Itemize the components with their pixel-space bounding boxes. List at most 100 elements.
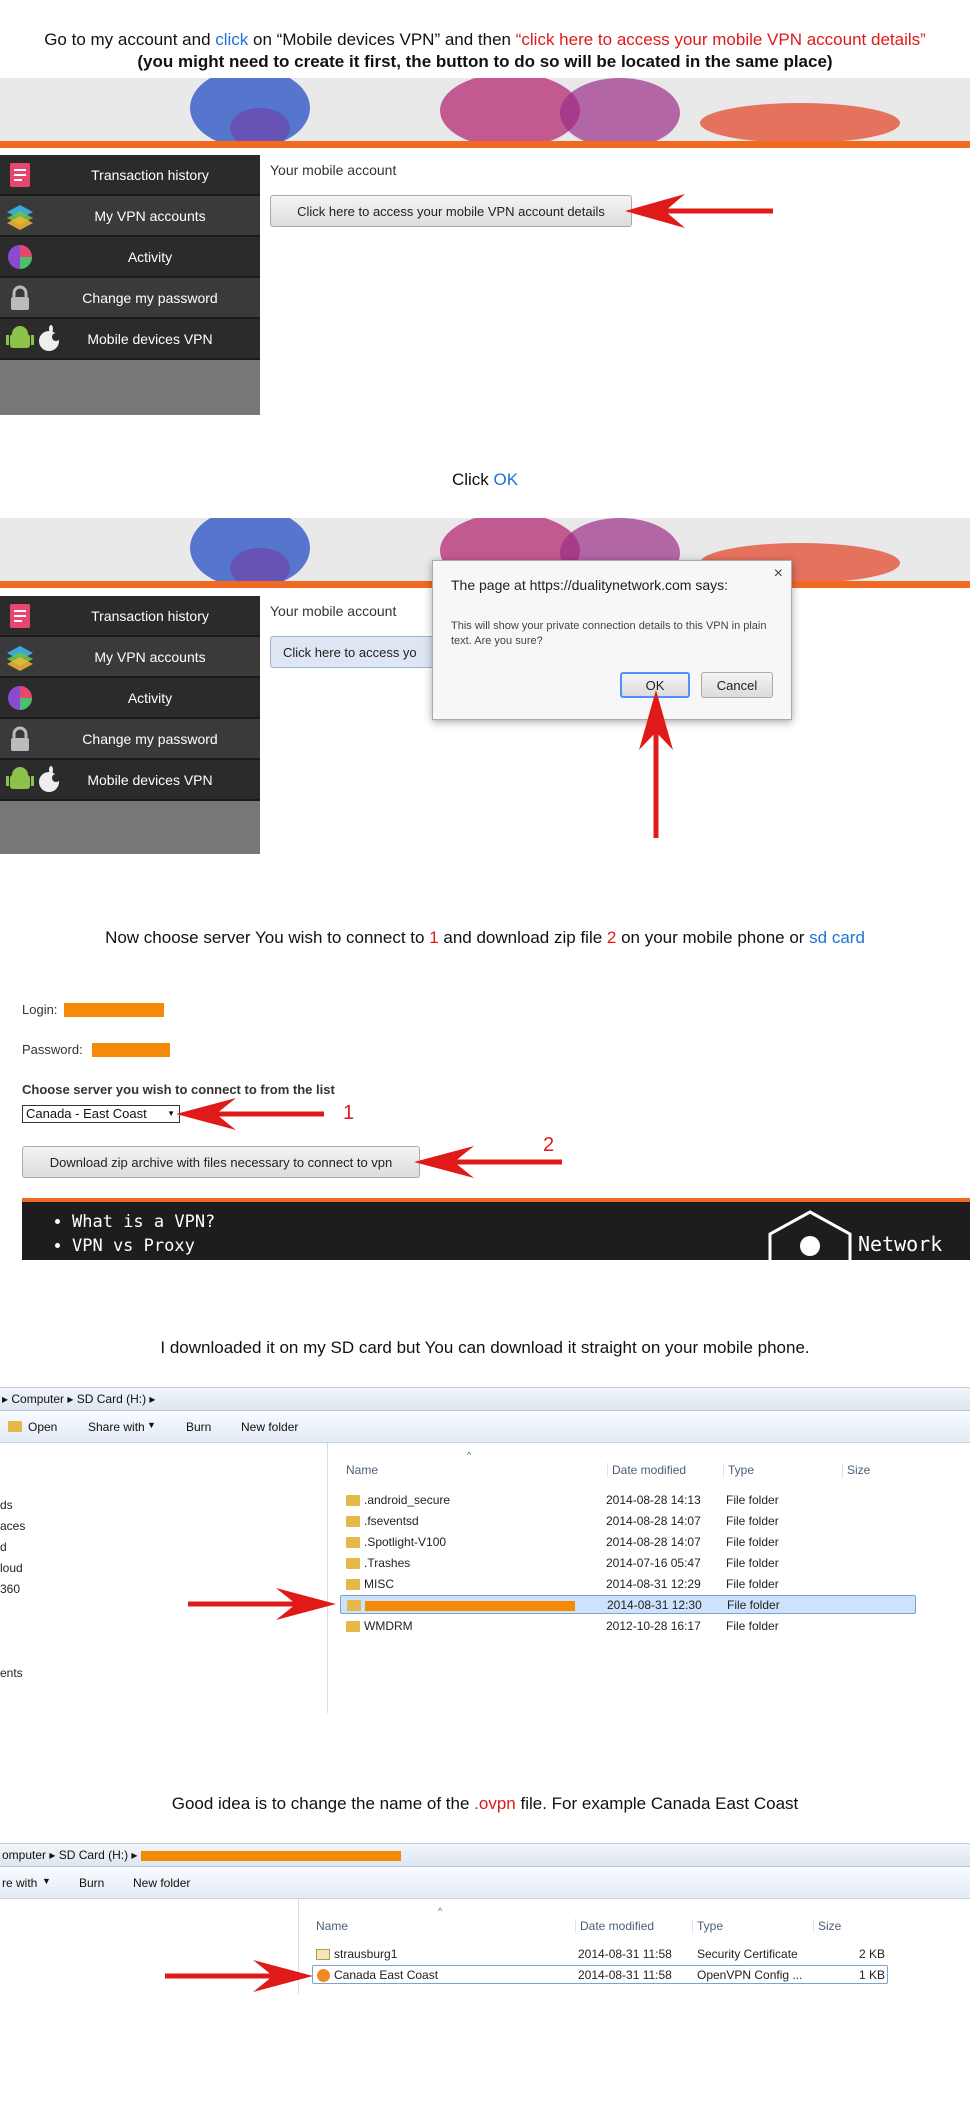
column-header-name[interactable]: Name bbox=[346, 1463, 378, 1477]
chevron-right-icon: ▸ bbox=[128, 1848, 141, 1862]
breadcrumb-computer[interactable]: Computer bbox=[11, 1392, 64, 1406]
breadcrumb-computer[interactable]: omputer bbox=[2, 1848, 46, 1862]
nav-item[interactable]: d bbox=[0, 1538, 7, 1557]
folder-icon bbox=[346, 1558, 360, 1570]
server-select[interactable]: Canada - East Coast ▼ bbox=[22, 1105, 180, 1123]
column-header-name[interactable]: Name bbox=[316, 1919, 348, 1933]
column-header-type[interactable]: Type bbox=[692, 1919, 723, 1933]
dialog-title: The page at https://dualitynetwork.com s… bbox=[451, 577, 729, 593]
nav-item[interactable]: 360 bbox=[0, 1580, 20, 1599]
sort-up-icon: ^ bbox=[467, 1450, 472, 1460]
nav-item[interactable]: aces bbox=[0, 1517, 25, 1536]
explorer-toolbar: re with ▼ Burn New folder bbox=[0, 1868, 970, 1899]
file-date: 2014-08-31 12:30 bbox=[607, 1598, 702, 1612]
file-type: OpenVPN Config ... bbox=[697, 1968, 803, 1982]
toolbar-burn[interactable]: Burn bbox=[186, 1420, 211, 1434]
sidebar-item-mobile-devices-vpn[interactable]: Mobile devices VPN bbox=[0, 760, 260, 801]
table-row-selected[interactable]: 2014-08-31 12:30 File folder bbox=[340, 1595, 916, 1614]
table-row[interactable]: .android_secure 2014-08-28 14:13 File fo… bbox=[346, 1491, 916, 1510]
sidebar-item-transaction-history[interactable]: Transaction history bbox=[0, 155, 260, 196]
sidebar-item-my-vpn-accounts[interactable]: My VPN accounts bbox=[0, 637, 260, 678]
column-header-date[interactable]: Date modified bbox=[607, 1463, 686, 1477]
table-row[interactable]: .Spotlight-V100 2014-08-28 14:07 File fo… bbox=[346, 1533, 916, 1552]
table-row[interactable]: strausburg1 2014-08-31 11:58 Security Ce… bbox=[316, 1945, 886, 1964]
file-size: 1 KB bbox=[859, 1968, 886, 1982]
address-bar[interactable]: omputer ▸ SD Card (H:) ▸ bbox=[0, 1844, 970, 1867]
caption-step5: Good idea is to change the name of the .… bbox=[0, 1794, 970, 1814]
table-row[interactable]: MISC 2014-08-31 12:29 File folder bbox=[346, 1575, 916, 1594]
sidebar-item-label: My VPN accounts bbox=[94, 648, 206, 665]
toolbar-burn[interactable]: Burn bbox=[79, 1876, 104, 1890]
toolbar-new-folder[interactable]: New folder bbox=[241, 1420, 298, 1434]
caption-text: Click bbox=[451, 470, 494, 489]
file-name: .Spotlight-V100 bbox=[364, 1535, 447, 1549]
caption-text: Go to my account and bbox=[44, 30, 216, 49]
toolbar-open[interactable]: Open bbox=[28, 1420, 57, 1434]
step-marker-1: 1 bbox=[343, 1102, 355, 1124]
sidebar-item-change-password[interactable]: Change my password bbox=[0, 719, 260, 760]
access-mobile-vpn-details-button[interactable]: Click here to access your mobile VPN acc… bbox=[270, 195, 632, 227]
pointer-arrow bbox=[165, 1960, 313, 1992]
nav-item[interactable]: ds bbox=[0, 1496, 13, 1515]
table-row[interactable]: .fseventsd 2014-08-28 14:07 File folder bbox=[346, 1512, 916, 1531]
open-icon bbox=[8, 1421, 22, 1432]
folder-icon bbox=[346, 1579, 360, 1591]
sidebar-item-label: Mobile devices VPN bbox=[87, 330, 213, 347]
redacted-password bbox=[92, 1043, 170, 1057]
caption-text: on your mobile phone or bbox=[616, 928, 810, 947]
folder-icon bbox=[346, 1495, 360, 1507]
download-zip-button[interactable]: Download zip archive with files necessar… bbox=[22, 1146, 420, 1178]
close-icon[interactable]: × bbox=[774, 565, 783, 583]
caption-text: on “Mobile devices VPN” and then bbox=[248, 30, 516, 49]
table-row[interactable]: .Trashes 2014-07-16 05:47 File folder bbox=[346, 1554, 916, 1573]
caption-step2: Click OK bbox=[0, 470, 970, 490]
sidebar-item-mobile-devices-vpn[interactable]: Mobile devices VPN bbox=[0, 319, 260, 360]
toolbar-share-with[interactable]: re with bbox=[2, 1876, 37, 1890]
file-date: 2014-08-31 12:29 bbox=[606, 1577, 701, 1591]
cancel-button[interactable]: Cancel bbox=[701, 672, 773, 698]
toolbar-share-with[interactable]: Share with bbox=[88, 1420, 145, 1434]
column-header-size[interactable]: Size bbox=[813, 1919, 841, 1933]
pointer-arrow bbox=[176, 1098, 324, 1130]
site-banner bbox=[0, 78, 970, 148]
toolbar-new-folder[interactable]: New folder bbox=[133, 1876, 190, 1890]
chevron-down-icon: ▼ bbox=[42, 1876, 51, 1886]
lock-icon bbox=[6, 725, 34, 753]
caption-click-word: click bbox=[215, 30, 249, 49]
column-header-size[interactable]: Size bbox=[842, 1463, 870, 1477]
file-name: MISC bbox=[364, 1577, 394, 1591]
file-date: 2014-08-28 14:07 bbox=[606, 1535, 701, 1549]
network-logo-icon bbox=[768, 1210, 852, 1260]
certificate-icon bbox=[316, 1949, 330, 1961]
navigation-pane: ds aces d loud 360 ents bbox=[0, 1443, 328, 1713]
address-bar[interactable]: ▸ Computer ▸ SD Card (H:) ▸ bbox=[0, 1388, 970, 1411]
caption-step1-line1: Go to my account and click on “Mobile de… bbox=[0, 30, 970, 50]
column-header-type[interactable]: Type bbox=[723, 1463, 754, 1477]
table-row[interactable]: WMDRM 2012-10-28 16:17 File folder bbox=[346, 1617, 916, 1636]
server-select-value: Canada - East Coast bbox=[26, 1106, 147, 1121]
breadcrumb: omputer ▸ SD Card (H:) ▸ bbox=[2, 1848, 401, 1862]
breadcrumb-sd-card[interactable]: SD Card (H:) bbox=[59, 1848, 128, 1862]
choose-server-label: Choose server you wish to connect to fro… bbox=[22, 1082, 335, 1097]
sidebar-item-activity[interactable]: Activity bbox=[0, 237, 260, 278]
nav-item[interactable]: ents bbox=[0, 1664, 23, 1683]
caption-text: Good idea is to change the name of the bbox=[171, 1794, 475, 1813]
pointer-arrow bbox=[639, 690, 673, 838]
file-name: Canada East Coast bbox=[334, 1968, 439, 1982]
breadcrumb-sd-card[interactable]: SD Card (H:) bbox=[77, 1392, 146, 1406]
pane-title: Your mobile account bbox=[270, 162, 397, 178]
file-type: File folder bbox=[726, 1514, 779, 1528]
access-mobile-vpn-details-button[interactable]: Click here to access yo bbox=[270, 636, 440, 668]
nav-item[interactable]: loud bbox=[0, 1559, 23, 1578]
file-explorer-window: omputer ▸ SD Card (H:) ▸ re with ▼ Burn … bbox=[0, 1843, 970, 1994]
caption-text: file. For example Canada East Coast bbox=[515, 1794, 799, 1813]
redacted-folder-name bbox=[365, 1600, 575, 1611]
sidebar-item-activity[interactable]: Activity bbox=[0, 678, 260, 719]
sidebar-item-my-vpn-accounts[interactable]: My VPN accounts bbox=[0, 196, 260, 237]
table-row-selected[interactable]: Canada East Coast 2014-08-31 11:58 OpenV… bbox=[312, 1965, 888, 1984]
pointer-arrow bbox=[414, 1146, 562, 1178]
sidebar-item-transaction-history[interactable]: Transaction history bbox=[0, 596, 260, 637]
column-header-date[interactable]: Date modified bbox=[575, 1919, 654, 1933]
file-type: File folder bbox=[727, 1598, 780, 1612]
sidebar-item-change-password[interactable]: Change my password bbox=[0, 278, 260, 319]
